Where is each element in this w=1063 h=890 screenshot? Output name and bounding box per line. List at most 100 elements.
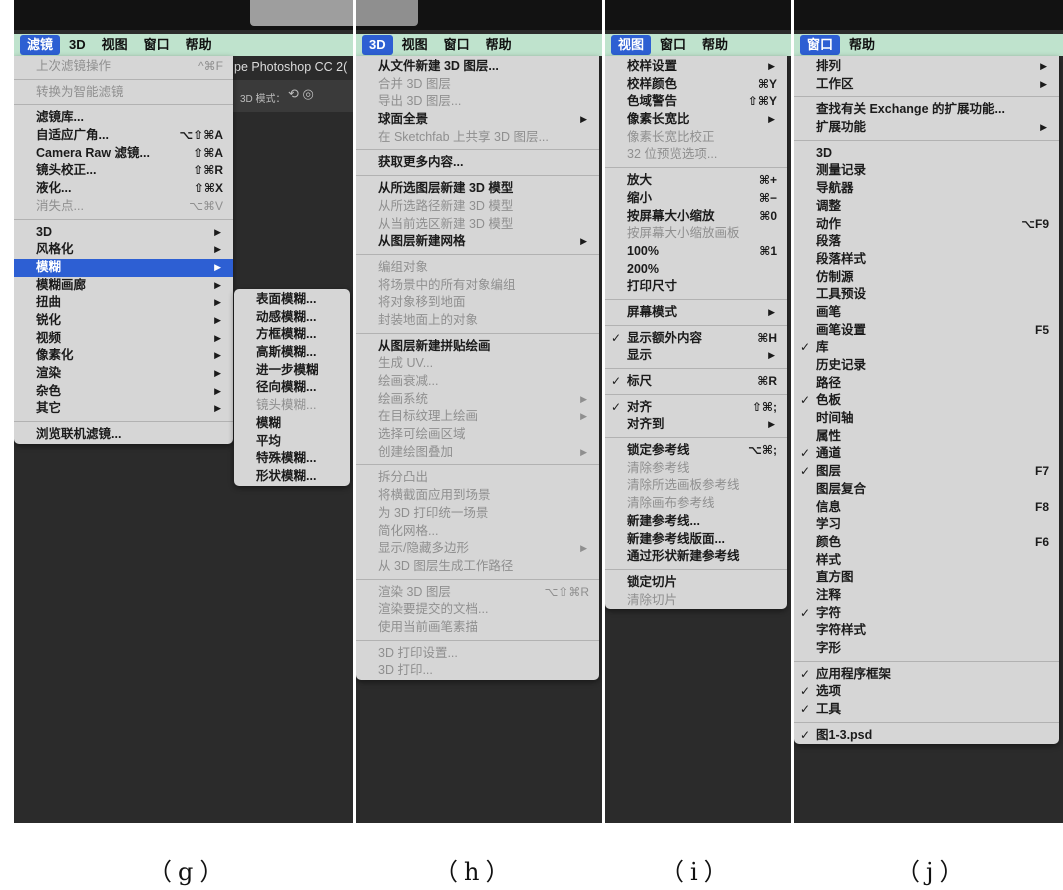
- menu-item[interactable]: 工具预设: [794, 286, 1059, 304]
- menu-item[interactable]: 校样颜色 ⌘Y: [605, 76, 787, 94]
- menubar-item[interactable]: 帮助: [842, 35, 882, 55]
- menu-item[interactable]: 测量记录: [794, 162, 1059, 180]
- menubar-item[interactable]: 窗口: [437, 35, 477, 55]
- menu-item[interactable]: 历史记录: [794, 357, 1059, 375]
- menubar-item[interactable]: 视图: [611, 35, 652, 55]
- menu-item[interactable]: 径向模糊...: [234, 379, 350, 397]
- menu-item[interactable]: ✓ 通道: [794, 445, 1059, 463]
- menu-item[interactable]: ✓ 字符: [794, 605, 1059, 623]
- menu-item[interactable]: 扭曲 ▶: [14, 294, 233, 312]
- menu-item[interactable]: 缩小 ⌘−: [605, 190, 787, 208]
- menu-item[interactable]: 字符样式: [794, 622, 1059, 640]
- menu-item[interactable]: 字形: [794, 640, 1059, 658]
- menu-item[interactable]: 100% ⌘1: [605, 243, 787, 261]
- menu-item[interactable]: 平均: [234, 433, 350, 451]
- menubar-item[interactable]: 3D: [62, 35, 93, 55]
- menu-item[interactable]: ✓ 对齐 ⇧⌘;: [605, 399, 787, 417]
- menu-item[interactable]: 浏览联机滤镜...: [14, 426, 233, 444]
- menu-item[interactable]: 属性: [794, 428, 1059, 446]
- menu-item[interactable]: 模糊: [234, 415, 350, 433]
- menu-item[interactable]: 放大 ⌘+: [605, 172, 787, 190]
- menu-item[interactable]: 从图层新建拼贴绘画: [356, 338, 599, 356]
- menu-item[interactable]: 锁定切片: [605, 574, 787, 592]
- menu-item[interactable]: 样式: [794, 552, 1059, 570]
- menu-item[interactable]: 动作 ⌥F9: [794, 216, 1059, 234]
- menu-item[interactable]: 注释: [794, 587, 1059, 605]
- menu-item[interactable]: ✓ 标尺 ⌘R: [605, 373, 787, 391]
- menubar-item[interactable]: 视图: [95, 35, 135, 55]
- menu-item[interactable]: 200%: [605, 261, 787, 279]
- menu-item[interactable]: 打印尺寸: [605, 278, 787, 296]
- menu-item[interactable]: 显示 ▶: [605, 347, 787, 365]
- menu-item[interactable]: 学习: [794, 516, 1059, 534]
- menu-item[interactable]: 段落: [794, 233, 1059, 251]
- menu-item[interactable]: 3D: [794, 145, 1059, 163]
- menu-item[interactable]: 直方图: [794, 569, 1059, 587]
- menu-item[interactable]: 像素化 ▶: [14, 347, 233, 365]
- menu-item[interactable]: 画笔设置 F5: [794, 322, 1059, 340]
- menu-item[interactable]: 锐化 ▶: [14, 312, 233, 330]
- menu-item[interactable]: 仿制源: [794, 269, 1059, 287]
- menubar-item[interactable]: 帮助: [179, 35, 219, 55]
- menu-item[interactable]: ✓ 色板: [794, 392, 1059, 410]
- menubar-item[interactable]: 窗口: [653, 35, 693, 55]
- menu-item[interactable]: 导航器: [794, 180, 1059, 198]
- menu-item[interactable]: 特殊模糊...: [234, 450, 350, 468]
- 3d-mode-icon[interactable]: ⟲ ◎: [288, 86, 314, 102]
- menu-item[interactable]: 液化... ⇧⌘X: [14, 180, 233, 198]
- menu-item[interactable]: 画笔: [794, 304, 1059, 322]
- menu-item[interactable]: 从图层新建网格 ▶: [356, 233, 599, 251]
- menu-item[interactable]: 获取更多内容...: [356, 154, 599, 172]
- menu-item[interactable]: 方框模糊...: [234, 326, 350, 344]
- menu-item[interactable]: 渲染 ▶: [14, 365, 233, 383]
- menu-item[interactable]: ✓ 图1-3.psd: [794, 727, 1059, 745]
- menu-item[interactable]: 颜色 F6: [794, 534, 1059, 552]
- menubar-item[interactable]: 视图: [395, 35, 435, 55]
- menu-item[interactable]: 新建参考线...: [605, 513, 787, 531]
- menu-item[interactable]: 模糊画廊 ▶: [14, 277, 233, 295]
- menu-item[interactable]: 镜头校正... ⇧⌘R: [14, 162, 233, 180]
- menubar-item[interactable]: 滤镜: [20, 35, 61, 55]
- menu-item[interactable]: 形状模糊...: [234, 468, 350, 486]
- menu-item[interactable]: 时间轴: [794, 410, 1059, 428]
- menu-item[interactable]: 排列 ▶: [794, 58, 1059, 76]
- menu-item[interactable]: 像素长宽比 ▶: [605, 111, 787, 129]
- menu-item[interactable]: 屏幕模式 ▶: [605, 304, 787, 322]
- menu-item[interactable]: 扩展功能 ▶: [794, 119, 1059, 137]
- menu-item[interactable]: 滤镜库...: [14, 109, 233, 127]
- menu-item[interactable]: 段落样式: [794, 251, 1059, 269]
- menu-item[interactable]: 进一步模糊: [234, 362, 350, 380]
- menu-item[interactable]: 按屏幕大小缩放 ⌘0: [605, 208, 787, 226]
- menu-item[interactable]: 视频 ▶: [14, 330, 233, 348]
- menu-item[interactable]: 模糊 ▶: [14, 258, 233, 277]
- menu-item[interactable]: 从所选图层新建 3D 模型: [356, 180, 599, 198]
- menu-item[interactable]: Camera Raw 滤镜... ⇧⌘A: [14, 145, 233, 163]
- menu-item[interactable]: 杂色 ▶: [14, 383, 233, 401]
- menu-item[interactable]: 色域警告 ⇧⌘Y: [605, 93, 787, 111]
- menu-item[interactable]: 路径: [794, 375, 1059, 393]
- menu-item[interactable]: 信息 F8: [794, 499, 1059, 517]
- menu-item[interactable]: ✓ 图层 F7: [794, 463, 1059, 481]
- menu-item[interactable]: 动感模糊...: [234, 309, 350, 327]
- menubar-item[interactable]: 帮助: [695, 35, 735, 55]
- menu-item[interactable]: ✓ 工具: [794, 701, 1059, 719]
- window-tab[interactable]: [250, 0, 353, 26]
- menu-item[interactable]: 3D ▶: [14, 224, 233, 242]
- menu-item[interactable]: 图层复合: [794, 481, 1059, 499]
- menu-item[interactable]: 表面模糊...: [234, 291, 350, 309]
- menubar-item[interactable]: 帮助: [479, 35, 519, 55]
- menu-item[interactable]: 工作区 ▶: [794, 76, 1059, 94]
- menu-item[interactable]: 通过形状新建参考线: [605, 548, 787, 566]
- menu-item[interactable]: ✓ 应用程序框架: [794, 666, 1059, 684]
- menubar-item[interactable]: 窗口: [137, 35, 177, 55]
- menubar-item[interactable]: 窗口: [800, 35, 841, 55]
- menu-item[interactable]: 风格化 ▶: [14, 241, 233, 259]
- menu-item[interactable]: 从文件新建 3D 图层...: [356, 58, 599, 76]
- menubar-item[interactable]: 3D: [362, 35, 393, 55]
- menu-item[interactable]: ✓ 库: [794, 339, 1059, 357]
- menu-item[interactable]: 自适应广角... ⌥⇧⌘A: [14, 127, 233, 145]
- menu-item[interactable]: 校样设置 ▶: [605, 58, 787, 76]
- menu-item[interactable]: 对齐到 ▶: [605, 416, 787, 434]
- menu-item[interactable]: ✓ 显示额外内容 ⌘H: [605, 330, 787, 348]
- menu-item[interactable]: 球面全景 ▶: [356, 111, 599, 129]
